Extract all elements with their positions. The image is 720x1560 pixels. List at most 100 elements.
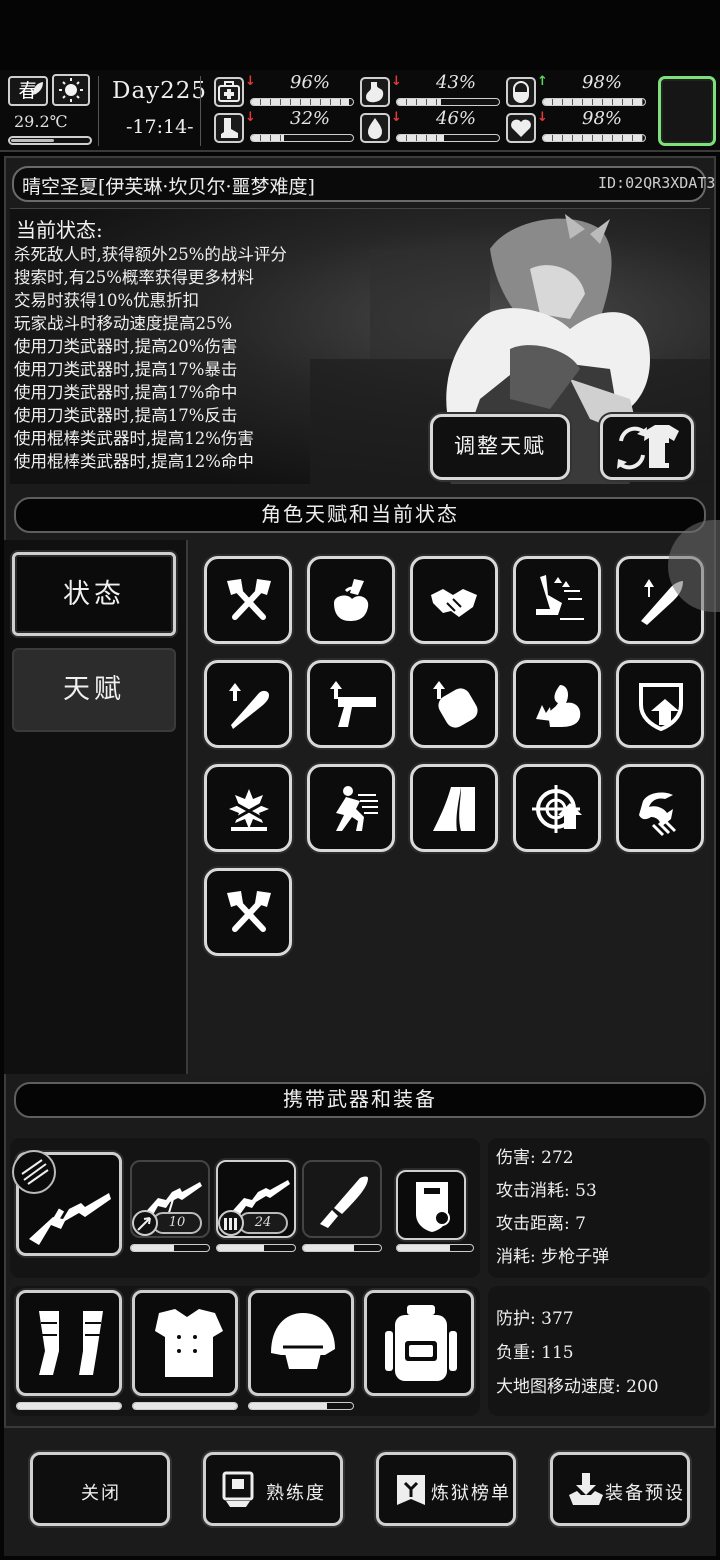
stat-mood[interactable]: ↑ 98% bbox=[506, 72, 648, 110]
stat-bar bbox=[250, 134, 354, 142]
boot-icon bbox=[214, 113, 244, 143]
stat-value: 46% bbox=[436, 108, 477, 129]
durability-fill bbox=[217, 1245, 264, 1251]
trend-down-icon: ↓ bbox=[537, 110, 548, 125]
pill-icon bbox=[506, 77, 536, 107]
purgatory-rank-button[interactable]: 炼狱榜单 bbox=[376, 1452, 516, 1526]
armor-weight: 负重: 115 bbox=[496, 1343, 574, 1363]
dash-icon bbox=[336, 786, 378, 831]
character-id: ID:02QR3XDAT3 bbox=[598, 174, 716, 192]
talent-crossed-axes[interactable] bbox=[204, 556, 292, 644]
talent-club[interactable] bbox=[204, 660, 292, 748]
arrow-ammo-icon bbox=[132, 1210, 158, 1236]
stat-bar bbox=[542, 98, 646, 106]
state-line: 杀死敌人时,获得额外25%的战斗评分 bbox=[14, 245, 287, 264]
weapon-slot-3[interactable] bbox=[302, 1160, 382, 1238]
purgatory-rank-label: 炼狱榜单 bbox=[431, 1483, 511, 1504]
talent-claw[interactable] bbox=[616, 764, 704, 852]
stat-stamina[interactable]: ↓ 32% bbox=[214, 108, 356, 146]
state-line: 使用刀类武器时,提高17%命中 bbox=[14, 383, 238, 402]
leaf-icon bbox=[33, 82, 43, 95]
talent-crossed-axes-2[interactable] bbox=[204, 868, 292, 956]
weapon-consume: 消耗: 步枪子弹 bbox=[496, 1247, 610, 1267]
talent-pistol[interactable] bbox=[307, 660, 395, 748]
divider bbox=[98, 76, 99, 146]
talent-accuracy[interactable] bbox=[513, 764, 601, 852]
talent-dodge[interactable] bbox=[307, 764, 395, 852]
equip-preset-label: 装备预设 bbox=[605, 1483, 685, 1504]
talent-crit[interactable] bbox=[204, 764, 292, 852]
slash-badge-icon bbox=[12, 1150, 56, 1194]
state-line: 使用刀类武器时,提高20%伤害 bbox=[14, 337, 238, 356]
target-up-icon bbox=[532, 785, 582, 833]
talent-speed[interactable] bbox=[513, 556, 601, 644]
state-line: 使用刀类武器时,提高17%暴击 bbox=[14, 360, 238, 379]
water-drop-icon bbox=[360, 113, 390, 143]
stat-fill bbox=[251, 135, 284, 141]
weapon-attack-cost: 攻击消耗: 53 bbox=[496, 1181, 597, 1201]
shield-slot[interactable] bbox=[396, 1170, 466, 1240]
state-line: 交易时获得10%优惠折扣 bbox=[14, 291, 200, 310]
outfit-swap-icon bbox=[617, 425, 679, 470]
clock: -17:14- bbox=[126, 116, 194, 138]
durability-fill bbox=[303, 1245, 354, 1251]
status-bar: 春 29.2℃ Day225 -17:14- ↓ 96% ↓ 43% ↑ 98% bbox=[0, 70, 720, 152]
durability-bar bbox=[216, 1244, 296, 1252]
muscle-icon bbox=[536, 685, 581, 727]
stat-value: 98% bbox=[582, 108, 623, 129]
stat-spirit[interactable]: ↓ 98% bbox=[506, 108, 648, 146]
armor-slot-backpack[interactable] bbox=[364, 1290, 474, 1396]
body-armor-icon bbox=[155, 1309, 223, 1377]
crossed-axes-icon bbox=[227, 579, 271, 620]
stat-value: 98% bbox=[582, 72, 623, 93]
durability-bar bbox=[16, 1402, 122, 1410]
day-counter: Day225 bbox=[112, 78, 208, 104]
armor-slot-gloves[interactable] bbox=[16, 1290, 122, 1396]
character-name: 晴空圣夏[伊芙琳·坎贝尔·噩梦难度] bbox=[22, 176, 315, 198]
proficiency-icon bbox=[222, 1471, 254, 1507]
talent-muscle[interactable] bbox=[513, 660, 601, 748]
talent-trade[interactable] bbox=[410, 556, 498, 644]
stat-thirst[interactable]: ↓ 46% bbox=[360, 108, 502, 146]
ammo-count: 10 bbox=[152, 1212, 202, 1234]
ammo-count: 24 bbox=[238, 1212, 288, 1234]
durability-bar bbox=[302, 1244, 382, 1252]
talent-loot[interactable] bbox=[307, 556, 395, 644]
stat-bar bbox=[250, 98, 354, 106]
state-line: 使用棍棒类武器时,提高12%伤害 bbox=[14, 429, 254, 448]
trend-down-icon: ↓ bbox=[245, 74, 256, 89]
durability-bar bbox=[130, 1244, 210, 1252]
armor-slot-head[interactable] bbox=[248, 1290, 354, 1396]
tab-status[interactable]: 状态 bbox=[12, 552, 176, 636]
trend-down-icon: ↓ bbox=[391, 110, 402, 125]
durability-fill bbox=[131, 1245, 174, 1251]
pistol-up-icon bbox=[330, 681, 376, 727]
talent-travel[interactable] bbox=[410, 764, 498, 852]
outfit-swap-button[interactable] bbox=[600, 414, 694, 480]
proficiency-button[interactable]: 熟练度 bbox=[203, 1452, 343, 1526]
adjust-talent-button[interactable]: 调整天赋 bbox=[430, 414, 570, 480]
explosion-crown-icon bbox=[229, 789, 269, 831]
talent-defense[interactable] bbox=[616, 660, 704, 748]
armor-slot-body[interactable] bbox=[132, 1290, 238, 1396]
stat-health[interactable]: ↓ 96% bbox=[214, 72, 356, 110]
temperature-bar bbox=[8, 136, 92, 145]
quick-slot-button[interactable] bbox=[658, 76, 716, 146]
state-line: 搜索时,有25%概率获得更多材料 bbox=[14, 268, 254, 287]
state-title: 当前状态: bbox=[16, 218, 103, 242]
stat-fill bbox=[251, 99, 349, 105]
close-button[interactable]: 关闭 bbox=[30, 1452, 170, 1526]
tab-talent[interactable]: 天赋 bbox=[12, 648, 176, 732]
durability-fill bbox=[133, 1403, 237, 1409]
talent-section-header: 角色天赋和当前状态 bbox=[14, 497, 706, 533]
durability-bar bbox=[248, 1402, 354, 1410]
stat-hunger[interactable]: ↓ 43% bbox=[360, 72, 502, 110]
trend-down-icon: ↓ bbox=[245, 110, 256, 125]
stat-value: 32% bbox=[290, 108, 331, 129]
equip-preset-button[interactable]: 装备预设 bbox=[550, 1452, 690, 1526]
speed-run-icon bbox=[536, 575, 584, 620]
talent-fist[interactable] bbox=[410, 660, 498, 748]
stat-fill bbox=[543, 99, 643, 105]
stat-bar bbox=[542, 134, 646, 142]
armor-defense: 防护: 377 bbox=[496, 1309, 574, 1329]
